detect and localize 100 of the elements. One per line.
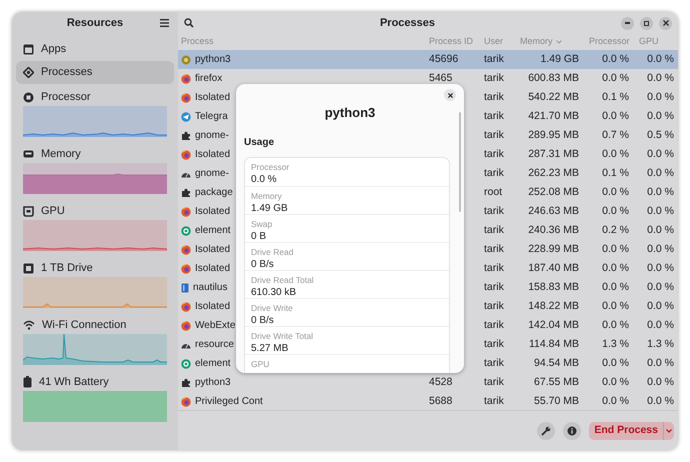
process-user: tarik bbox=[484, 394, 505, 409]
process-user: tarik bbox=[484, 280, 505, 295]
process-user: tarik bbox=[484, 146, 505, 162]
process-name: package bbox=[195, 186, 233, 200]
memory-value: 114.84 MB bbox=[528, 336, 580, 352]
process-user: tarik bbox=[484, 318, 505, 333]
memory-value: 262.23 MB bbox=[527, 166, 580, 181]
usage-label: Memory bbox=[251, 190, 283, 202]
memory-value: 187.40 MB bbox=[527, 260, 580, 276]
process-name: element bbox=[195, 224, 231, 238]
process-user: tarik bbox=[484, 90, 505, 105]
gpu-value: 0.0 % bbox=[646, 146, 675, 162]
gpu-value: 0.5 % bbox=[646, 128, 675, 143]
processor-value: 0.1 % bbox=[601, 90, 630, 105]
usage-label: Swap bbox=[251, 218, 274, 230]
processor-value: 0.0 % bbox=[601, 108, 630, 124]
process-user: tarik bbox=[484, 298, 505, 314]
window-title: Processes bbox=[378, 16, 436, 31]
process-name: Isolated bbox=[195, 91, 230, 105]
memory-value: 148.22 MB bbox=[527, 298, 580, 314]
process-id: 5688 bbox=[429, 394, 454, 409]
process-user: tarik bbox=[484, 204, 505, 219]
process-user: tarik bbox=[484, 356, 505, 371]
memory-value: 158.83 MB bbox=[527, 280, 580, 295]
gpu-value: 0.0 % bbox=[646, 90, 675, 105]
section-heading: Usage bbox=[244, 137, 274, 148]
memory-value: 246.63 MB bbox=[527, 204, 580, 219]
dialog-title: python3 bbox=[324, 105, 376, 120]
processor-value: 0.0 % bbox=[601, 318, 630, 333]
processor-value: 0.7 % bbox=[601, 128, 630, 143]
memory-value: 287.31 MB bbox=[527, 146, 580, 162]
memory-value: 67.55 MB bbox=[533, 374, 580, 390]
process-name: resource bbox=[195, 338, 234, 352]
processor-value: 0.0 % bbox=[601, 204, 630, 219]
process-name: Isolated bbox=[195, 148, 230, 162]
process-name: Privileged Cont bbox=[195, 395, 263, 409]
processor-value: 0.2 % bbox=[601, 222, 630, 238]
processor-value: 0.0 % bbox=[601, 374, 630, 390]
gpu-value: 0.0 % bbox=[646, 70, 675, 86]
memory-value: 289.95 MB bbox=[527, 128, 580, 143]
processor-value: 0.0 % bbox=[601, 356, 630, 371]
usage-label: Drive Write bbox=[251, 302, 294, 314]
process-id: 4528 bbox=[429, 374, 454, 390]
gpu-value: 0.0 % bbox=[646, 298, 675, 314]
usage-value: 0 B/s bbox=[251, 258, 275, 271]
process-name: Isolated bbox=[195, 243, 230, 257]
usage-value: 1.49 GB bbox=[251, 202, 289, 215]
usage-label: Drive Read Total bbox=[251, 274, 315, 286]
usage-label: Drive Read bbox=[251, 246, 295, 258]
process-user: root bbox=[484, 184, 504, 200]
process-name: python3 bbox=[195, 376, 231, 390]
usage-value: 610.30 kB bbox=[251, 286, 298, 299]
gpu-value: 0.0 % bbox=[646, 356, 675, 371]
gpu-value: 0.0 % bbox=[646, 166, 675, 181]
process-user: tarik bbox=[484, 70, 505, 86]
memory-value: 421.70 MB bbox=[527, 108, 580, 124]
process-name: Isolated bbox=[195, 262, 230, 276]
process-name: python3 bbox=[195, 53, 231, 67]
process-id: 45696 bbox=[429, 52, 460, 67]
processor-value: 0.0 % bbox=[601, 146, 630, 162]
gpu-value: 0.0 % bbox=[646, 318, 675, 333]
process-user: tarik bbox=[484, 108, 505, 124]
memory-value: 240.36 MB bbox=[527, 222, 580, 238]
gpu-value: 0.0 % bbox=[646, 280, 675, 295]
usage-label: Drive Write Total bbox=[251, 330, 314, 342]
gpu-value: 0.0 % bbox=[646, 394, 675, 409]
memory-value: 228.99 MB bbox=[527, 242, 580, 257]
memory-value: 94.54 MB bbox=[533, 356, 580, 371]
gpu-value: 0.0 % bbox=[646, 184, 675, 200]
process-user: tarik bbox=[484, 222, 505, 238]
process-user: tarik bbox=[484, 242, 505, 257]
gpu-value: 0.0 % bbox=[646, 260, 675, 276]
sidebar-title: Resources bbox=[66, 16, 124, 31]
gpu-value: 0.0 % bbox=[646, 52, 675, 67]
process-user: tarik bbox=[484, 52, 505, 67]
memory-value: 142.04 MB bbox=[527, 318, 580, 333]
process-name: Telegra bbox=[195, 110, 228, 124]
process-user: tarik bbox=[484, 374, 505, 390]
process-user: tarik bbox=[484, 336, 505, 352]
gpu-value: 0.0 % bbox=[646, 204, 675, 219]
process-name: WebExte bbox=[195, 319, 236, 333]
gpu-value: 0.0 % bbox=[646, 374, 675, 390]
usage-label: Processor bbox=[251, 161, 290, 173]
processor-value: 0.1 % bbox=[601, 166, 630, 181]
gpu-value: 1.3 % bbox=[646, 336, 675, 352]
usage-value: 0 B/s bbox=[251, 314, 275, 327]
memory-value: 252.08 MB bbox=[527, 184, 580, 200]
processor-value: 0.0 % bbox=[601, 298, 630, 314]
process-user: tarik bbox=[484, 166, 505, 181]
usage-value: 0.0 % bbox=[251, 173, 278, 186]
process-user: tarik bbox=[484, 260, 505, 276]
memory-value: 540.22 MB bbox=[527, 90, 580, 105]
process-name: Isolated bbox=[195, 300, 230, 314]
process-user: tarik bbox=[484, 128, 505, 143]
processor-value: 0.0 % bbox=[601, 394, 630, 409]
process-name: firefox bbox=[195, 72, 222, 86]
process-name: gnome- bbox=[195, 129, 229, 143]
process-name: gnome- bbox=[195, 167, 229, 181]
processor-value: 0.0 % bbox=[601, 242, 630, 257]
memory-value: 1.49 GB bbox=[539, 52, 580, 67]
